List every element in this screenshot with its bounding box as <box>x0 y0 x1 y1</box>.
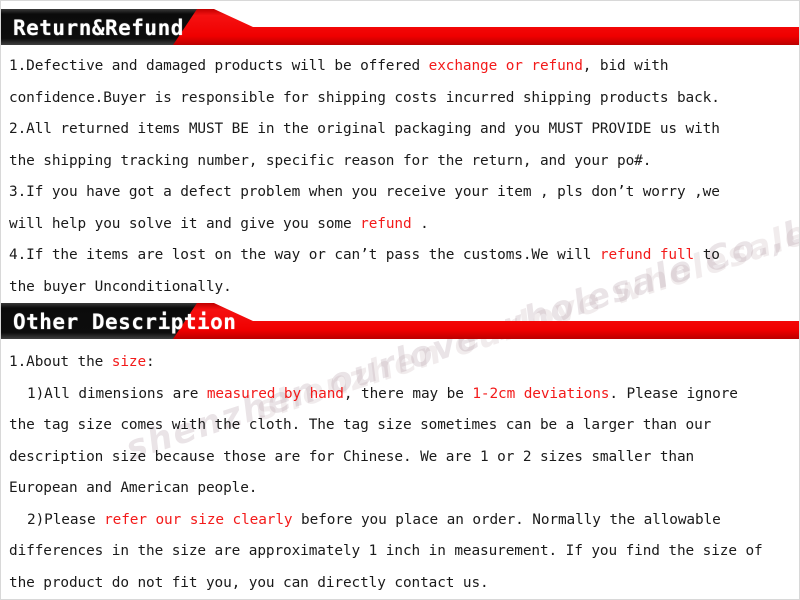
body-line: 2.All returned items MUST BE in the orig… <box>1 114 799 146</box>
text-run: will help you solve it and give you some <box>9 215 361 232</box>
text-run: the product do not fit you, you can dire… <box>9 574 489 591</box>
text-run: to <box>694 247 720 263</box>
text-run: . Please ignore <box>609 385 738 402</box>
body-line: the shipping tracking number, specific r… <box>1 146 799 178</box>
text-run: , bid with <box>582 58 669 74</box>
banner-title-return-refund: Return&Refund <box>13 16 184 40</box>
body-line: 2)Please refer our size clearly before y… <box>1 505 799 537</box>
body-line: will help you solve it and give you some… <box>1 209 799 241</box>
text-run-highlight: 1-2cm deviations <box>472 385 610 402</box>
banner-red-shape <box>149 9 799 45</box>
text-run: . <box>411 215 429 232</box>
text-run: 1.About the <box>9 354 112 370</box>
text-run: before you place an order. Normally the … <box>292 511 721 528</box>
banner-title-other-description: Other Description <box>13 310 237 334</box>
text-run: 3.If you have got a defect problem when … <box>9 184 720 200</box>
body-line: 3.If you have got a defect problem when … <box>1 177 799 209</box>
text-run: description size because those are for C… <box>9 448 695 465</box>
text-run: the buyer Unconditionally. <box>9 278 232 295</box>
section-banner-return-refund: Return&Refund <box>1 5 799 51</box>
body-line: description size because those are for C… <box>1 442 799 474</box>
body-line: European and American people. <box>1 473 799 505</box>
text-run-highlight: measured by hand <box>206 385 344 402</box>
text-run: 2.All returned items MUST BE in the orig… <box>9 121 720 137</box>
text-run: 1.Defective and damaged products will be… <box>9 58 429 74</box>
text-run: , there may be <box>343 385 473 402</box>
text-run-highlight: refund <box>360 215 412 232</box>
body-line: the tag size comes with the cloth. The t… <box>1 410 799 442</box>
section-body-return-refund: 1.Defective and damaged products will be… <box>1 51 799 303</box>
text-run: the shipping tracking number, specific r… <box>9 152 652 169</box>
text-run: 1)All dimensions are <box>27 385 207 402</box>
text-run: 4.If the items are lost on the way or ca… <box>9 247 600 263</box>
text-run: differences in the size are approximatel… <box>9 543 763 559</box>
text-run-highlight: refer our size clearly <box>104 511 293 528</box>
body-line: 1.About the size: <box>1 347 799 379</box>
body-line: 1.Defective and damaged products will be… <box>1 51 799 83</box>
body-line: the product do not fit you, you can dire… <box>1 568 799 600</box>
section-body-other-description: 1.About the size: 1)All dimensions are m… <box>1 347 799 600</box>
text-run: : <box>146 354 155 370</box>
body-line: confidence.Buyer is responsible for ship… <box>1 83 799 115</box>
body-line: 4.If the items are lost on the way or ca… <box>1 240 799 272</box>
product-description-page: shenzhen ourlove wholesale Co.,Ltd shenz… <box>0 0 800 600</box>
text-run: the tag size comes with the cloth. The t… <box>9 417 712 433</box>
text-run-highlight: size <box>111 354 147 370</box>
body-line: 1)All dimensions are measured by hand, t… <box>1 379 799 411</box>
text-run: 2)Please <box>27 511 105 528</box>
body-line: differences in the size are approximatel… <box>1 536 799 568</box>
banner-red-shape <box>149 303 799 339</box>
text-run: European and American people. <box>9 480 258 496</box>
section-banner-other-description: Other Description <box>1 299 799 345</box>
text-run-highlight: refund full <box>599 247 695 263</box>
text-run: confidence.Buyer is responsible for ship… <box>9 89 720 106</box>
text-run-highlight: exchange or refund <box>428 58 583 74</box>
